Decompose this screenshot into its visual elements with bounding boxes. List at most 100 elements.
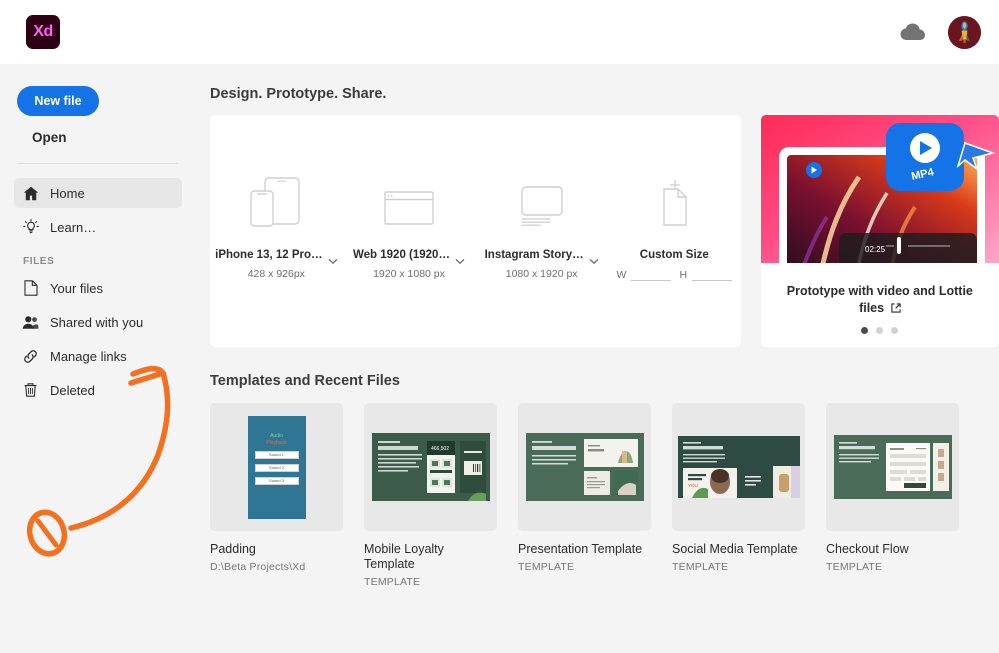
padding-title-2: Playback [266, 439, 287, 446]
template-name: Presentation Template [518, 542, 643, 556]
preset-web1920[interactable]: Web 1920 (1920… 1920 x 1080 px [348, 167, 470, 280]
carousel-dots [861, 326, 899, 334]
template-name: Checkout Flow [826, 542, 909, 556]
sidebar-item-learn[interactable]: Learn… [14, 212, 182, 242]
template-card-presentation[interactable]: Presentation Template TEMPLATE [518, 403, 651, 588]
template-subtitle: TEMPLATE [364, 576, 421, 588]
preset-dimensions: 428 x 926px [247, 268, 305, 280]
preset-name: Instagram Story… [484, 249, 584, 261]
padding-artboard-thumbnail: Audio Playback Sound 1 Sound 2 Sound 3 [210, 403, 343, 531]
sidebar-item-manage-links[interactable]: Manage links [14, 341, 182, 371]
xd-logo-text: Xd [33, 23, 53, 40]
padding-sound-button: Sound 1 [254, 450, 299, 459]
sidebar-divider [18, 163, 178, 164]
open-link[interactable]: Open [32, 130, 182, 145]
people-icon [22, 314, 39, 331]
template-name: Padding [210, 542, 256, 556]
sidebar-item-shared-with-you[interactable]: Shared with you [14, 307, 182, 337]
preset-dimensions: 1920 x 1080 px [373, 268, 445, 280]
templates-grid: Audio Playback Sound 1 Sound 2 Sound 3 P… [210, 403, 999, 588]
template-subtitle: TEMPLATE [672, 561, 729, 573]
presentation-thumbnail [518, 403, 651, 531]
header-actions [898, 15, 981, 49]
xd-logo-icon[interactable]: Xd [26, 15, 60, 49]
custom-height-group: H [679, 266, 733, 281]
template-card-checkout-flow[interactable]: Checkout Flow TEMPLATE [826, 403, 959, 588]
preset-name-row[interactable]: iPhone 13, 12 Pro… [215, 249, 338, 264]
sidebar: New file Open Home Learn… FILES Your fil… [0, 64, 196, 653]
chevron-down-icon[interactable] [589, 252, 599, 264]
sidebar-item-label: Deleted [50, 382, 95, 398]
document-icon [22, 280, 39, 297]
phone-tablet-icon [244, 167, 308, 231]
template-subtitle: D:\Beta Projects\Xd [210, 561, 306, 573]
main-content: Design. Prototype. Share. iPhone 13, 12 … [196, 64, 999, 653]
custom-width-input[interactable] [631, 266, 672, 281]
custom-width-label: W [616, 269, 627, 281]
padding-sound-button: Sound 3 [254, 476, 299, 485]
chevron-down-icon[interactable] [455, 252, 465, 264]
custom-height-input[interactable] [692, 266, 733, 281]
new-file-button[interactable]: New file [17, 86, 99, 116]
preset-name: iPhone 13, 12 Pro… [215, 249, 323, 261]
link-icon [22, 348, 39, 365]
sidebar-item-your-files[interactable]: Your files [14, 273, 182, 303]
checkout-thumbnail [826, 403, 959, 531]
sidebar-item-deleted[interactable]: Deleted [14, 375, 182, 405]
presets-card: iPhone 13, 12 Pro… 428 x 926px Web 1920 … [210, 115, 741, 347]
mobile-loyalty-thumbnail: 466,502 [364, 403, 497, 531]
promo-title-text: Prototype with video and Lottie files [786, 283, 973, 315]
template-card-social-media[interactable]: YOU Social Media Template TEMPLATE [672, 403, 805, 588]
custom-width-group: W [617, 266, 672, 281]
padding-title-1: Audio [270, 432, 283, 439]
padding-artboard: Audio Playback Sound 1 Sound 2 Sound 3 [247, 415, 306, 519]
sidebar-item-label: Manage links [50, 348, 127, 364]
custom-size-icon [642, 167, 706, 231]
cloud-icon[interactable] [898, 21, 926, 43]
template-name: Social Media Template [672, 542, 798, 556]
template-card-mobile-loyalty[interactable]: 466,502 Mobile Loyalty Template TEMPLATE [364, 403, 497, 588]
padding-sound-button: Sound 2 [254, 463, 299, 472]
custom-size-inputs: W H [617, 266, 733, 281]
carousel-dot-3[interactable] [891, 326, 899, 334]
promo-image: 02:25 MP4 [760, 115, 999, 263]
template-subtitle: TEMPLATE [826, 561, 883, 573]
carousel-dot-1[interactable] [861, 326, 869, 334]
svg-text:466,502: 466,502 [431, 446, 449, 452]
social-media-thumbnail: YOU [672, 403, 805, 531]
template-name: Mobile Loyalty Template [364, 542, 444, 571]
svg-text:YOU: YOU [688, 483, 698, 488]
preset-custom-size[interactable]: Custom Size W H [613, 167, 735, 281]
sidebar-nav: Home Learn… FILES Your files Shared with… [14, 178, 182, 405]
sidebar-item-label: Shared with you [50, 314, 144, 330]
promo-timestamp: 02:25 [865, 245, 886, 254]
chevron-down-icon[interactable] [328, 252, 338, 264]
preset-name-row: Custom Size [640, 249, 709, 261]
preset-instagram-story[interactable]: Instagram Story… 1080 x 1920 px [481, 167, 603, 280]
external-link-icon[interactable] [890, 301, 901, 315]
browser-window-icon [377, 167, 441, 231]
preset-name-row[interactable]: Web 1920 (1920… [353, 249, 465, 264]
preset-iphone[interactable]: iPhone 13, 12 Pro… 428 x 926px [215, 167, 337, 280]
instagram-story-icon [510, 167, 574, 231]
home-icon [22, 185, 39, 202]
trash-icon [22, 382, 39, 399]
carousel-dot-2[interactable] [876, 326, 884, 334]
user-avatar[interactable] [948, 15, 981, 49]
preset-name: Web 1920 (1920… [353, 249, 450, 261]
preset-dimensions: 1080 x 1920 px [505, 268, 578, 280]
page-title: Design. Prototype. Share. [210, 86, 387, 102]
preset-name: Custom Size [639, 249, 709, 261]
sidebar-item-label: Learn… [50, 219, 97, 235]
custom-height-label: H [679, 269, 688, 281]
sidebar-item-label: Home [50, 185, 85, 201]
sidebar-item-label: Your files [50, 280, 103, 296]
template-card-padding[interactable]: Audio Playback Sound 1 Sound 2 Sound 3 P… [210, 403, 343, 588]
sidebar-section-files: FILES [23, 256, 55, 267]
templates-heading: Templates and Recent Files [210, 373, 400, 389]
promo-card[interactable]: 02:25 MP4 Prototype with video and Lotti… [760, 115, 999, 347]
sidebar-item-home[interactable]: Home [14, 178, 182, 208]
promo-title: Prototype with video and Lottie files [775, 283, 985, 317]
promo-caption: Prototype with video and Lottie files [761, 263, 999, 347]
preset-name-row[interactable]: Instagram Story… [484, 249, 599, 264]
